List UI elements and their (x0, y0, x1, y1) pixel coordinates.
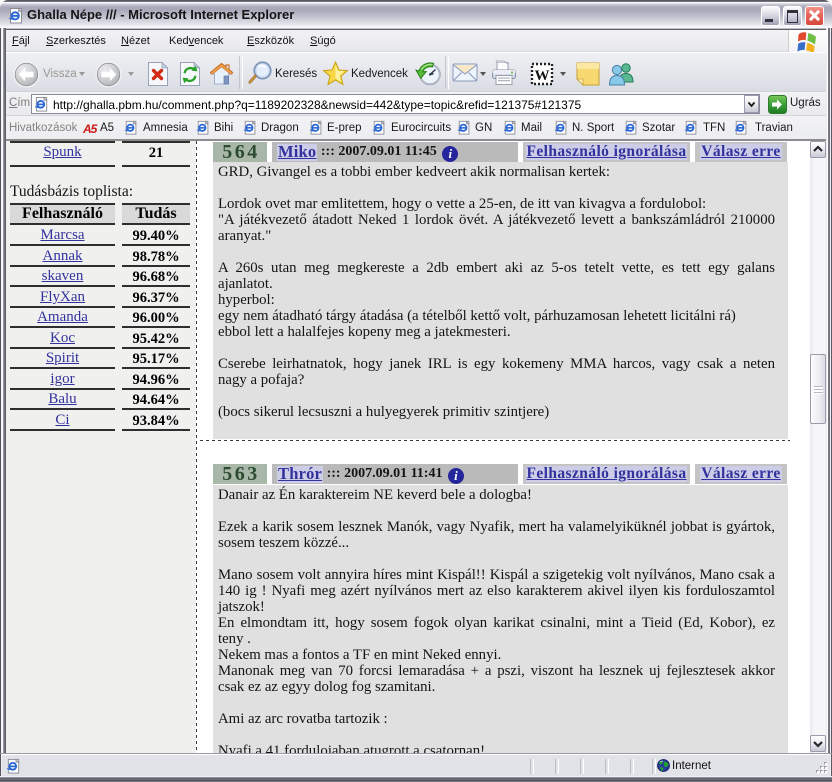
svg-text:W: W (535, 68, 550, 84)
